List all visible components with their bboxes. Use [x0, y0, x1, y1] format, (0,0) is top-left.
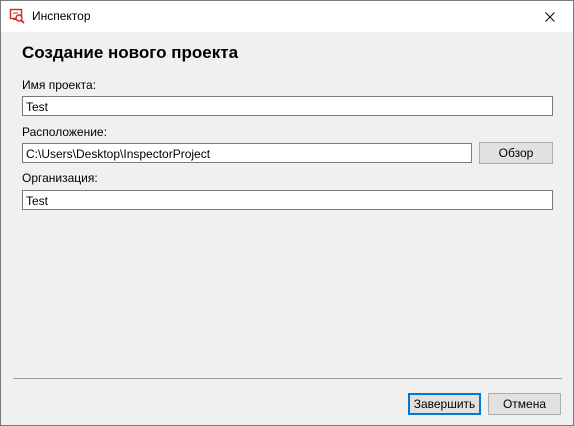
browse-button-label: Обзор	[498, 146, 534, 160]
cancel-button-label: Отмена	[502, 397, 547, 411]
finish-button-label: Завершить	[413, 397, 476, 411]
organization-input[interactable]	[22, 190, 553, 210]
close-button[interactable]	[527, 1, 573, 32]
inspector-app-icon	[9, 8, 25, 24]
project-name-input[interactable]	[22, 96, 553, 116]
title-bar: Инспектор	[1, 1, 573, 32]
organization-label: Организация:	[22, 171, 98, 185]
window-title: Инспектор	[32, 9, 91, 23]
location-input[interactable]	[22, 143, 472, 163]
finish-button[interactable]: Завершить	[408, 393, 481, 415]
project-name-label: Имя проекта:	[22, 78, 96, 92]
close-icon	[545, 11, 555, 22]
footer-divider	[13, 378, 562, 379]
browse-button[interactable]: Обзор	[479, 142, 553, 164]
cancel-button[interactable]: Отмена	[488, 393, 561, 415]
location-label: Расположение:	[22, 125, 107, 139]
page-title: Создание нового проекта	[22, 43, 239, 62]
dialog-window: Инспектор Создание нового проекта Имя пр…	[0, 0, 574, 426]
